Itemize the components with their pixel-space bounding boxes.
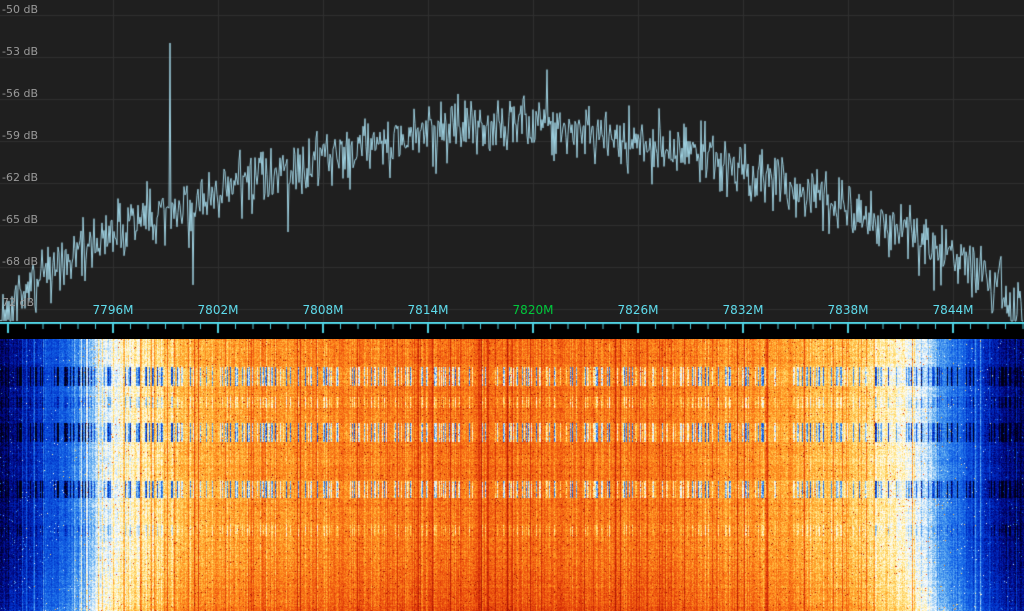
waterfall-panel[interactable]	[0, 339, 1024, 611]
sdr-display: -50 dB-53 dB-56 dB-59 dB-62 dB-65 dB-68 …	[0, 0, 1024, 611]
frequency-tick-canvas[interactable]	[0, 322, 1024, 339]
frequency-axis[interactable]	[0, 322, 1024, 339]
spectrum-panel[interactable]: -50 dB-53 dB-56 dB-59 dB-62 dB-65 dB-68 …	[0, 0, 1024, 322]
waterfall-canvas[interactable]	[0, 339, 1024, 611]
spectrum-plot-canvas[interactable]	[0, 0, 1024, 322]
